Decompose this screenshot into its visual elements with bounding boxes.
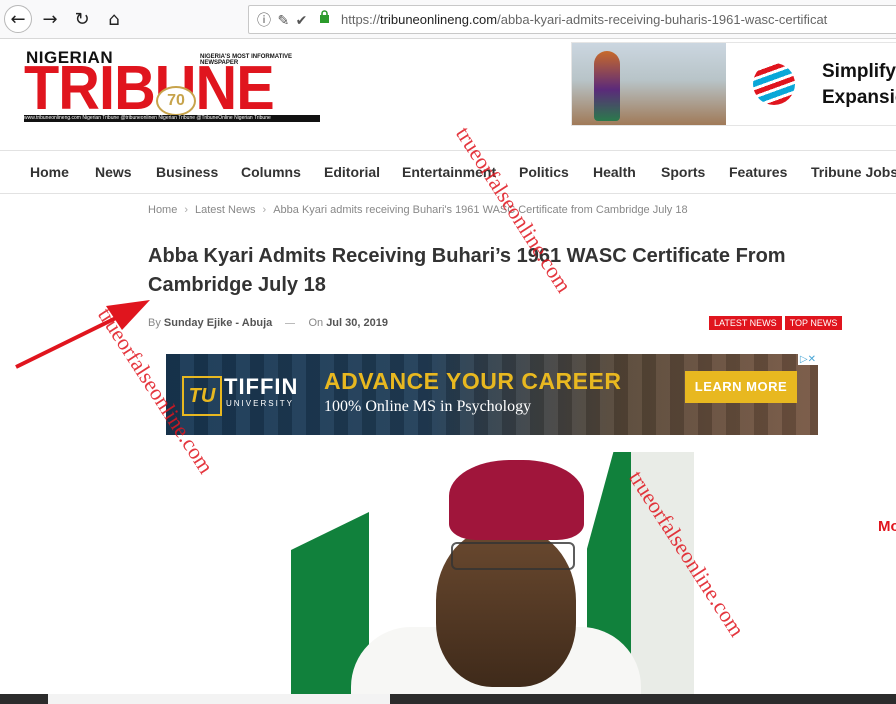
logo-social-strip: www.tribuneonlineng.com Nigerian Tribune…	[24, 115, 320, 122]
breadcrumb: Home › Latest News › Abba Kyari admits recei…	[148, 204, 688, 216]
chevron-right-icon: ›	[262, 204, 267, 216]
nav-features[interactable]: Features	[729, 164, 787, 180]
address-bar[interactable]: ⓘ ✎ ✔ https://tribuneonlineng.com/abba-k…	[248, 5, 896, 34]
top-banner-ad[interactable]: SimplifyExpansic	[571, 42, 896, 126]
category-badges: LATEST NEWS TOP NEWS	[709, 313, 845, 331]
nav-news[interactable]: News	[95, 164, 132, 180]
man-cap	[449, 460, 584, 540]
nav-sports[interactable]: Sports	[661, 164, 705, 180]
tag-top-news[interactable]: TOP NEWS	[784, 316, 843, 330]
author-link[interactable]: Sunday Ejike - Abuja	[164, 317, 272, 329]
home-icon[interactable]: ⌂	[100, 5, 128, 33]
publish-date: Jul 30, 2019	[326, 317, 388, 329]
tiffin-banner-ad[interactable]: TU TIFFIN UNIVERSITY ADVANCE YOUR CAREER…	[166, 354, 818, 435]
nav-business[interactable]: Business	[156, 164, 218, 180]
ad-subline: 100% Online MS in Psychology	[324, 398, 532, 415]
site-logo[interactable]: NIGERIAN NIGERIA'S MOST INFORMATIVE NEWS…	[24, 48, 320, 124]
back-icon[interactable]: ←	[4, 5, 32, 33]
taskbar-search[interactable]	[48, 694, 390, 704]
meta-divider	[285, 322, 296, 324]
url-text[interactable]: https://tribuneonlineng.com/abba-kyari-a…	[341, 12, 827, 27]
tag-latest-news[interactable]: LATEST NEWS	[709, 316, 782, 330]
globe-logo-icon	[753, 63, 795, 105]
on-label: On	[308, 317, 324, 329]
ad-brand: TIFFIN	[224, 374, 299, 399]
nav-tribune-jobs[interactable]: Tribune Jobs	[811, 164, 896, 180]
breadcrumb-home[interactable]: Home	[148, 204, 177, 216]
breadcrumb-current: Abba Kyari admits receiving Buhari's 196…	[273, 204, 688, 216]
nav-politics[interactable]: Politics	[519, 164, 569, 180]
man-glasses	[451, 542, 575, 570]
learn-more-button[interactable]: LEARN MORE	[685, 371, 797, 403]
article-meta: By Sunday Ejike - Abuja On Jul 30, 2019	[148, 317, 388, 329]
breadcrumb-latest-news[interactable]: Latest News	[195, 204, 256, 216]
site-info-icon[interactable]: ⓘ ✎ ✔	[257, 10, 308, 30]
nav-health[interactable]: Health	[593, 164, 636, 180]
ad-figure	[594, 51, 620, 121]
logo-tribune: TRIBUNE	[24, 54, 275, 123]
ad-brand-sub: UNIVERSITY	[226, 399, 295, 408]
nav-home[interactable]: Home	[30, 164, 69, 180]
ad-headline: SimplifyExpansic	[822, 61, 896, 108]
reload-icon[interactable]: ↻	[68, 5, 96, 33]
by-label: By	[148, 317, 161, 329]
article-title: Abba Kyari Admits Receiving Buhari’s 196…	[148, 245, 786, 296]
ad-headline: ADVANCE YOUR CAREER	[324, 368, 622, 394]
adchoices-icon[interactable]: ▷✕	[797, 354, 818, 365]
chevron-right-icon: ›	[184, 204, 189, 216]
lock-icon	[319, 10, 330, 27]
nav-editorial[interactable]: Editorial	[324, 164, 380, 180]
forward-icon[interactable]: →	[36, 5, 64, 33]
anniversary-badge: 70	[156, 86, 196, 116]
os-taskbar	[0, 694, 896, 704]
browser-toolbar: ← → ↻ ⌂ ⓘ ✎ ✔ https://tribuneonlineng.co…	[0, 0, 896, 39]
ad-photo	[572, 43, 726, 125]
nav-columns[interactable]: Columns	[241, 164, 301, 180]
sidebar-fragment[interactable]: Mo	[878, 518, 896, 535]
tiffin-logo-icon: TU	[182, 376, 222, 416]
main-navigation: Home News Business Columns Editorial Ent…	[0, 150, 896, 194]
